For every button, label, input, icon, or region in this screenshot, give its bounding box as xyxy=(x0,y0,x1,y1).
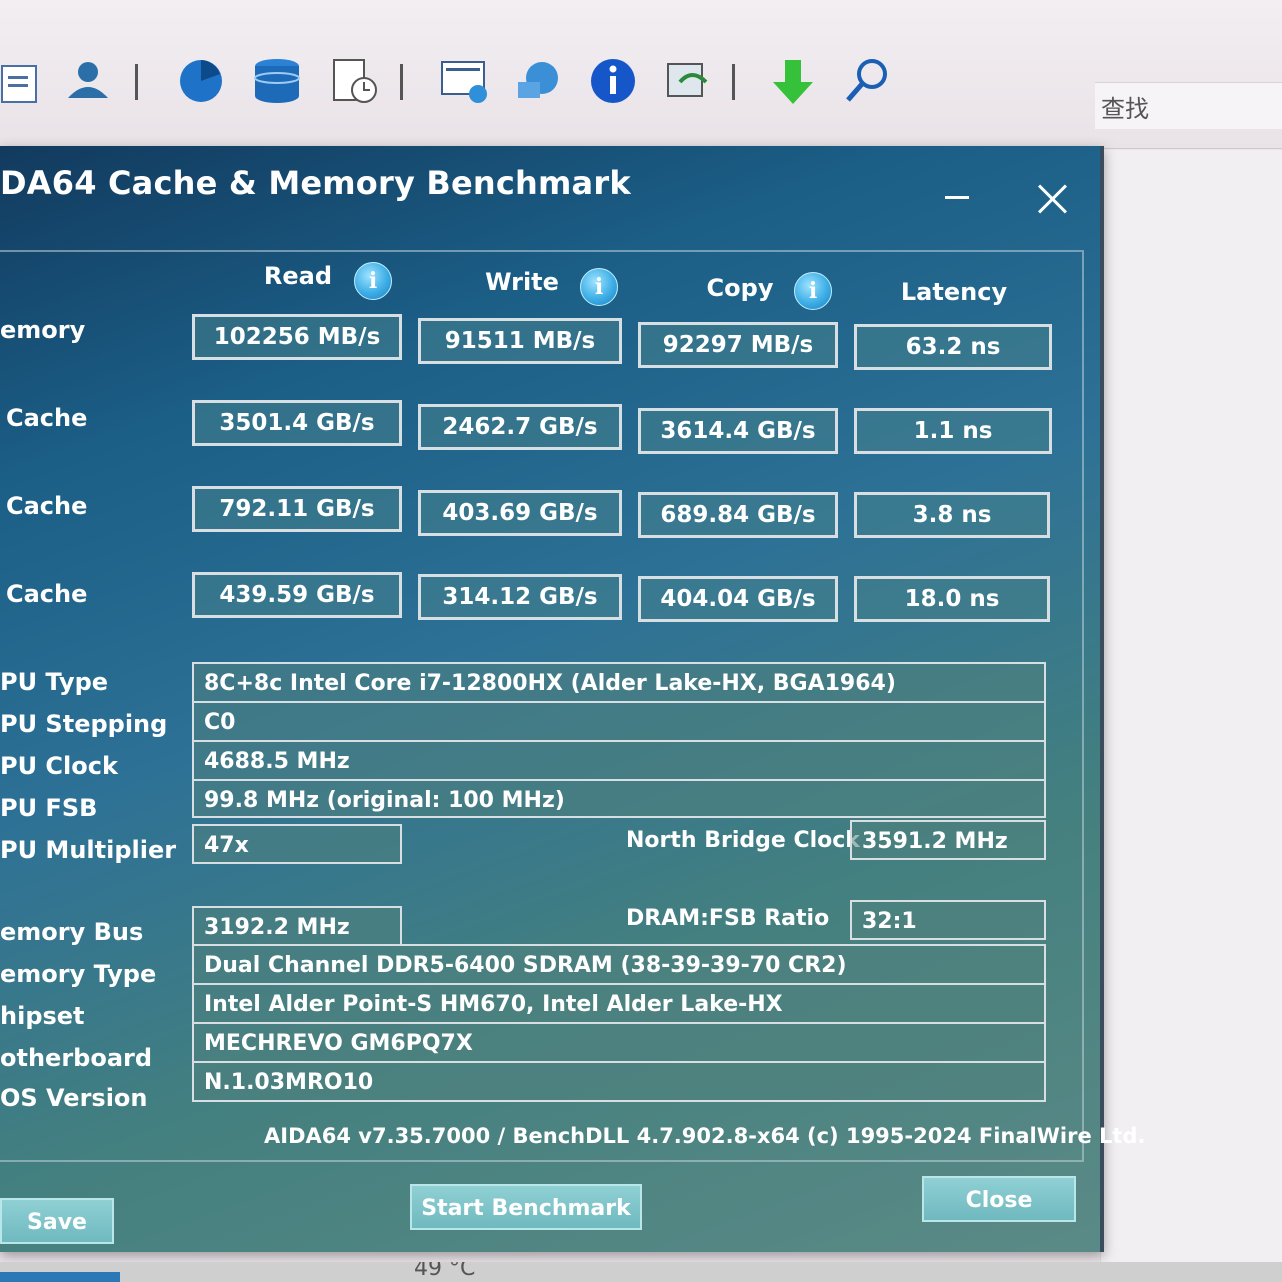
window-title: DA64 Cache & Memory Benchmark xyxy=(0,164,631,202)
toolbar-separator xyxy=(400,64,403,100)
toolbar-separator xyxy=(135,64,138,100)
chipset-label: hipset xyxy=(0,1002,85,1030)
cpu-multiplier-value: 47x xyxy=(192,824,402,864)
l3-read-value: 439.59 GB/s xyxy=(192,572,402,618)
north-bridge-clock-value: 3591.2 MHz xyxy=(850,820,1046,860)
column-write: Write xyxy=(485,268,559,296)
close-button[interactable]: Close xyxy=(922,1176,1076,1222)
cpu-fsb-label: PU FSB xyxy=(0,794,98,822)
temperature-readout: 49 °C xyxy=(414,1262,476,1281)
minimize-icon[interactable] xyxy=(945,196,969,199)
l1-latency-value: 1.1 ns xyxy=(854,408,1052,454)
l2-read-value: 792.11 GB/s xyxy=(192,486,402,532)
dram-fsb-ratio-label: DRAM:FSB Ratio xyxy=(626,906,830,931)
memory-type-value: Dual Channel DDR5-6400 SDRAM (38-39-39-7… xyxy=(192,944,1046,983)
toolbar-separator xyxy=(732,64,735,100)
row-label-l1-cache: Cache xyxy=(6,404,88,432)
l3-copy-value: 404.04 GB/s xyxy=(638,576,838,622)
copyright-footer: AIDA64 v7.35.7000 / BenchDLL 4.7.902.8-x… xyxy=(264,1124,1146,1148)
audit-icon[interactable] xyxy=(664,56,714,106)
memory-write-value: 91511 MB/s xyxy=(418,318,622,364)
chart-icon[interactable] xyxy=(176,56,226,106)
benchmark-window: DA64 Cache & Memory Benchmark Read i Wri… xyxy=(0,146,1145,1252)
l1-copy-value: 3614.4 GB/s xyxy=(638,408,838,454)
l1-read-value: 3501.4 GB/s xyxy=(192,400,402,446)
cpu-multiplier-label: PU Multiplier xyxy=(0,836,177,864)
database-icon[interactable] xyxy=(252,56,302,106)
l2-copy-value: 689.84 GB/s xyxy=(638,492,838,538)
bios-version-label: OS Version xyxy=(0,1084,148,1112)
read-info-icon[interactable]: i xyxy=(354,262,392,300)
app-toolbar: 查找 xyxy=(0,0,1282,149)
l3-latency-value: 18.0 ns xyxy=(854,576,1050,622)
memory-copy-value: 92297 MB/s xyxy=(638,322,838,368)
cpu-stepping-label: PU Stepping xyxy=(0,710,168,738)
cpu-stepping-value: C0 xyxy=(192,701,1046,740)
write-info-icon[interactable]: i xyxy=(580,268,618,306)
report-icon[interactable] xyxy=(0,56,50,106)
row-label-l3-cache: Cache xyxy=(6,580,88,608)
row-label-memory: emory xyxy=(0,316,86,344)
motherboard-label: otherboard xyxy=(0,1044,153,1072)
remote-icon[interactable] xyxy=(514,56,564,106)
background-panel xyxy=(1100,150,1282,1270)
l3-write-value: 314.12 GB/s xyxy=(418,574,622,620)
taskbar-strip: 49 °C xyxy=(0,1262,1282,1282)
copy-info-icon[interactable]: i xyxy=(794,272,832,310)
chipset-value: Intel Alder Point-S HM670, Intel Alder L… xyxy=(192,983,1046,1022)
cpu-type-value: 8C+8c Intel Core i7-12800HX (Alder Lake-… xyxy=(192,662,1046,701)
info-icon[interactable] xyxy=(588,56,638,106)
dram-fsb-ratio-value: 32:1 xyxy=(850,900,1046,940)
memory-type-label: emory Type xyxy=(0,960,157,988)
north-bridge-clock-label: North Bridge Clock xyxy=(626,828,860,853)
bios-version-value: N.1.03MRO10 xyxy=(192,1061,1046,1102)
cpu-type-label: PU Type xyxy=(0,668,109,696)
memory-read-value: 102256 MB/s xyxy=(192,314,402,360)
start-benchmark-button[interactable]: Start Benchmark xyxy=(410,1184,642,1230)
user-icon[interactable] xyxy=(64,56,114,106)
search-label: 查找 xyxy=(1101,95,1149,123)
motherboard-value: MECHREVO GM6PQ7X xyxy=(192,1022,1046,1061)
download-icon[interactable] xyxy=(768,56,818,106)
l1-write-value: 2462.7 GB/s xyxy=(418,404,622,450)
column-latency: Latency xyxy=(900,278,1008,306)
memory-latency-value: 63.2 ns xyxy=(854,324,1052,370)
cpu-clock-label: PU Clock xyxy=(0,752,118,780)
scheduler-icon[interactable] xyxy=(330,56,380,106)
search-input[interactable]: 查找 xyxy=(1095,82,1282,129)
taskbar-accent xyxy=(0,1272,120,1282)
close-icon[interactable] xyxy=(1036,182,1070,216)
network-report-icon[interactable] xyxy=(440,56,490,106)
l2-write-value: 403.69 GB/s xyxy=(418,490,622,536)
search-icon[interactable] xyxy=(842,56,892,106)
memory-bus-value: 3192.2 MHz xyxy=(192,906,402,946)
cpu-fsb-value: 99.8 MHz (original: 100 MHz) xyxy=(192,779,1046,818)
memory-bus-label: emory Bus xyxy=(0,918,144,946)
save-button[interactable]: Save xyxy=(0,1198,114,1244)
l2-latency-value: 3.8 ns xyxy=(854,492,1050,538)
row-label-l2-cache: Cache xyxy=(6,492,88,520)
cpu-clock-value: 4688.5 MHz xyxy=(192,740,1046,779)
